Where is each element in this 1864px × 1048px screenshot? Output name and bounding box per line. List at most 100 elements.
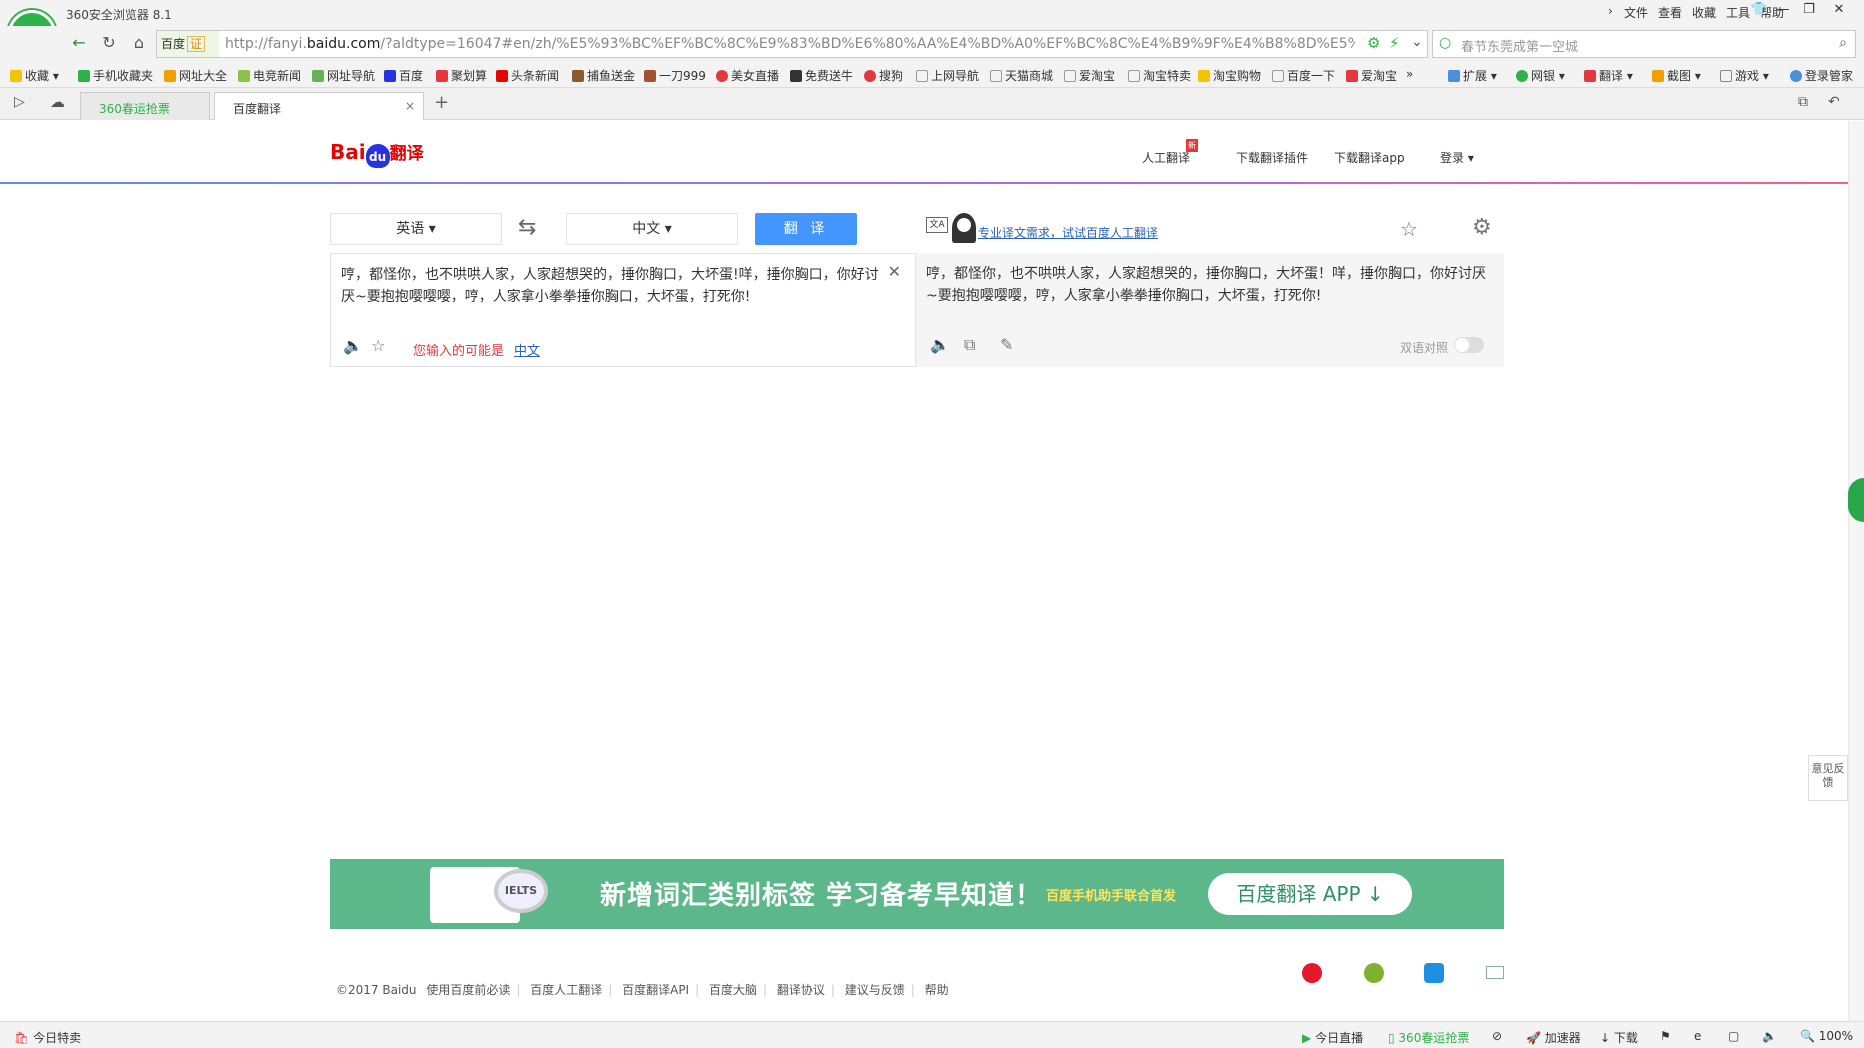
maximize-button[interactable]: ❐	[1796, 2, 1822, 20]
mail-icon[interactable]	[1486, 966, 1504, 979]
bookmark-item[interactable]: 网址大全	[164, 67, 227, 84]
new-tab-button[interactable]: +	[434, 92, 449, 113]
url-text[interactable]: http://fanyi.baidu.com/?aldtype=16047#en…	[225, 36, 1355, 52]
bilingual-toggle[interactable]	[1454, 337, 1484, 353]
cert-badge[interactable]: 百度证	[157, 31, 219, 57]
dropdown-icon[interactable]: ⌄	[1411, 34, 1423, 50]
app-promo-banner[interactable]: IELTS 新增词汇类别标签 学习备考早知道！ 百度手机助手联合首发 百度翻译 …	[330, 859, 1504, 929]
downloads[interactable]: ↓ 下载	[1600, 1029, 1638, 1046]
human-translate-link[interactable]: 人工翻译	[1142, 149, 1190, 166]
login-manager-button[interactable]: 登录管家	[1790, 67, 1853, 84]
ie-icon[interactable]: e	[1694, 1029, 1701, 1043]
bookmark-item[interactable]: 手机收藏夹	[78, 67, 153, 84]
translate-submit-button[interactable]: 翻 译	[755, 213, 857, 245]
bookmark-item[interactable]: 头条新闻	[496, 67, 559, 84]
swap-languages-icon[interactable]: ⇆	[518, 215, 536, 240]
tab-360-tickets[interactable]: 360春运抢票	[80, 92, 210, 120]
download-app-button[interactable]: 百度翻译 APP ↓	[1208, 873, 1412, 915]
bookmark-item[interactable]: 美女直播	[716, 67, 779, 84]
bookmark-item[interactable]: 淘宝特卖	[1128, 67, 1191, 84]
bookmark-item[interactable]: 一刀999	[644, 67, 706, 84]
search-engine-icon[interactable]: ○	[1439, 35, 1451, 51]
bookmark-item[interactable]: 百度一下	[1272, 67, 1335, 84]
sidebar-toggle-icon[interactable]: ▷	[14, 94, 25, 110]
footer-link[interactable]: 翻译协议	[777, 983, 825, 997]
copy-icon[interactable]: ⧉	[964, 335, 975, 355]
skin-icon[interactable]: 👕	[1746, 2, 1772, 20]
page-scrollbar[interactable]	[1848, 121, 1864, 1021]
human-translation-ad-link[interactable]: 专业译文需求，试试百度人工翻译	[978, 224, 1158, 241]
download-app-link[interactable]: 下载翻译app	[1334, 149, 1405, 166]
bookmark-item[interactable]: 聚划算	[436, 67, 487, 84]
bookmark-item[interactable]: 搜狗	[864, 67, 903, 84]
window-icon[interactable]: ▢	[1728, 1029, 1739, 1043]
app-icon[interactable]	[1424, 963, 1444, 983]
accelerator[interactable]: 🚀 加速器	[1526, 1029, 1581, 1046]
bookmark-favorites[interactable]: 收藏 ▾	[10, 67, 59, 84]
download-plugin-link[interactable]: 下载翻译插件	[1236, 149, 1308, 166]
bookmark-item[interactable]: 上网导航	[916, 67, 979, 84]
menu-file[interactable]: 文件	[1624, 4, 1648, 21]
baidu-translate-logo[interactable]: Bai du 翻译	[330, 139, 424, 168]
bookmark-item[interactable]: 天猫商城	[990, 67, 1053, 84]
cloud-icon[interactable]: ☁	[50, 93, 65, 111]
undo-close-icon[interactable]: ↶	[1828, 94, 1840, 110]
favorites-folder-icon[interactable]: ☆	[1400, 217, 1418, 241]
search-icon[interactable]: ⌕	[1839, 35, 1847, 51]
status-icon[interactable]: ⊘	[1492, 1029, 1502, 1043]
flag-icon[interactable]: ⚑	[1660, 1029, 1671, 1043]
translate-button[interactable]: 翻译 ▾	[1584, 67, 1633, 84]
tab-baidu-translate[interactable]: 百度翻译 ×	[214, 92, 424, 120]
footer-link[interactable]: 使用百度前必读	[426, 983, 510, 997]
footer-link[interactable]: 百度翻译API	[622, 983, 689, 997]
home-icon[interactable]: ⌂	[128, 32, 150, 54]
bookmark-item[interactable]: 爱淘宝	[1064, 67, 1115, 84]
footer-link[interactable]: 百度大脑	[709, 983, 757, 997]
address-bar[interactable]: 百度证 http://fanyi.baidu.com/?aldtype=1604…	[156, 30, 1428, 58]
bookmark-item[interactable]: 网址导航	[312, 67, 375, 84]
today-live[interactable]: ▶ 今日直播	[1302, 1029, 1363, 1046]
target-language-select[interactable]: 中文 ▾	[566, 213, 738, 245]
settings-gear-icon[interactable]: ⚙	[1472, 215, 1492, 240]
back-icon[interactable]: ←	[68, 32, 90, 54]
speed-icon[interactable]: ⚡	[1389, 34, 1400, 52]
bank-button[interactable]: 网银 ▾	[1516, 67, 1565, 84]
bookmark-item[interactable]: 捕鱼送金	[572, 67, 635, 84]
feedback-button[interactable]: 意见反馈	[1808, 755, 1848, 801]
zoom-level[interactable]: 🔍 100%	[1800, 1029, 1853, 1043]
login-link[interactable]: 登录 ▾	[1440, 149, 1474, 166]
refresh-icon[interactable]: ↻	[98, 32, 120, 54]
footer-link[interactable]: 建议与反馈	[845, 983, 905, 997]
more-bookmarks-icon[interactable]: »	[1406, 67, 1413, 81]
edit-pencil-icon[interactable]: ✎	[1000, 335, 1013, 354]
close-tab-icon[interactable]: ×	[405, 99, 415, 113]
bookmark-item[interactable]: 免费送牛	[790, 67, 853, 84]
minimize-button[interactable]: —	[1770, 2, 1796, 20]
suggested-language-link[interactable]: 中文	[514, 344, 540, 359]
restore-tabs-icon[interactable]: ⧉	[1798, 94, 1808, 110]
close-window-button[interactable]: ✕	[1826, 2, 1852, 20]
speaker-icon[interactable]: 🔈	[930, 335, 950, 354]
source-textarea[interactable]: 哼，都怪你，也不哄哄人家，人家超想哭的，捶你胸口，大坏蛋!咩，捶你胸口，你好讨厌…	[341, 264, 881, 308]
volume-icon[interactable]: 🔈	[1762, 1029, 1777, 1043]
wechat-icon[interactable]	[1364, 963, 1384, 983]
bookmark-folder[interactable]: 淘宝购物	[1198, 67, 1261, 84]
footer-link[interactable]: 百度人工翻译	[530, 983, 602, 997]
speaker-icon[interactable]: 🔈	[343, 336, 363, 355]
search-input[interactable]: ○ 春节东莞成第一空城 ⌕	[1432, 30, 1856, 58]
bookmark-item[interactable]: 电竞新闻	[238, 67, 301, 84]
menu-view[interactable]: 查看	[1658, 4, 1682, 21]
today-deals[interactable]: 🛍 今日特卖	[14, 1029, 81, 1046]
extensions-button[interactable]: 扩展 ▾	[1448, 67, 1497, 84]
bookmark-item[interactable]: 爱淘宝	[1346, 67, 1397, 84]
weibo-icon[interactable]	[1302, 963, 1322, 983]
screenshot-button[interactable]: 截图 ▾	[1652, 67, 1701, 84]
security-icon[interactable]: ⚙	[1367, 34, 1380, 52]
side-360-icon[interactable]	[1848, 478, 1864, 522]
menu-chevron-icon[interactable]: ›	[1608, 4, 1613, 18]
footer-link[interactable]: 帮助	[925, 983, 949, 997]
source-language-select[interactable]: 英语 ▾	[330, 213, 502, 245]
menu-favorites[interactable]: 收藏	[1692, 4, 1716, 21]
spring-tickets[interactable]: ▯ 360春运抢票	[1388, 1029, 1469, 1046]
star-icon[interactable]: ☆	[371, 336, 385, 355]
